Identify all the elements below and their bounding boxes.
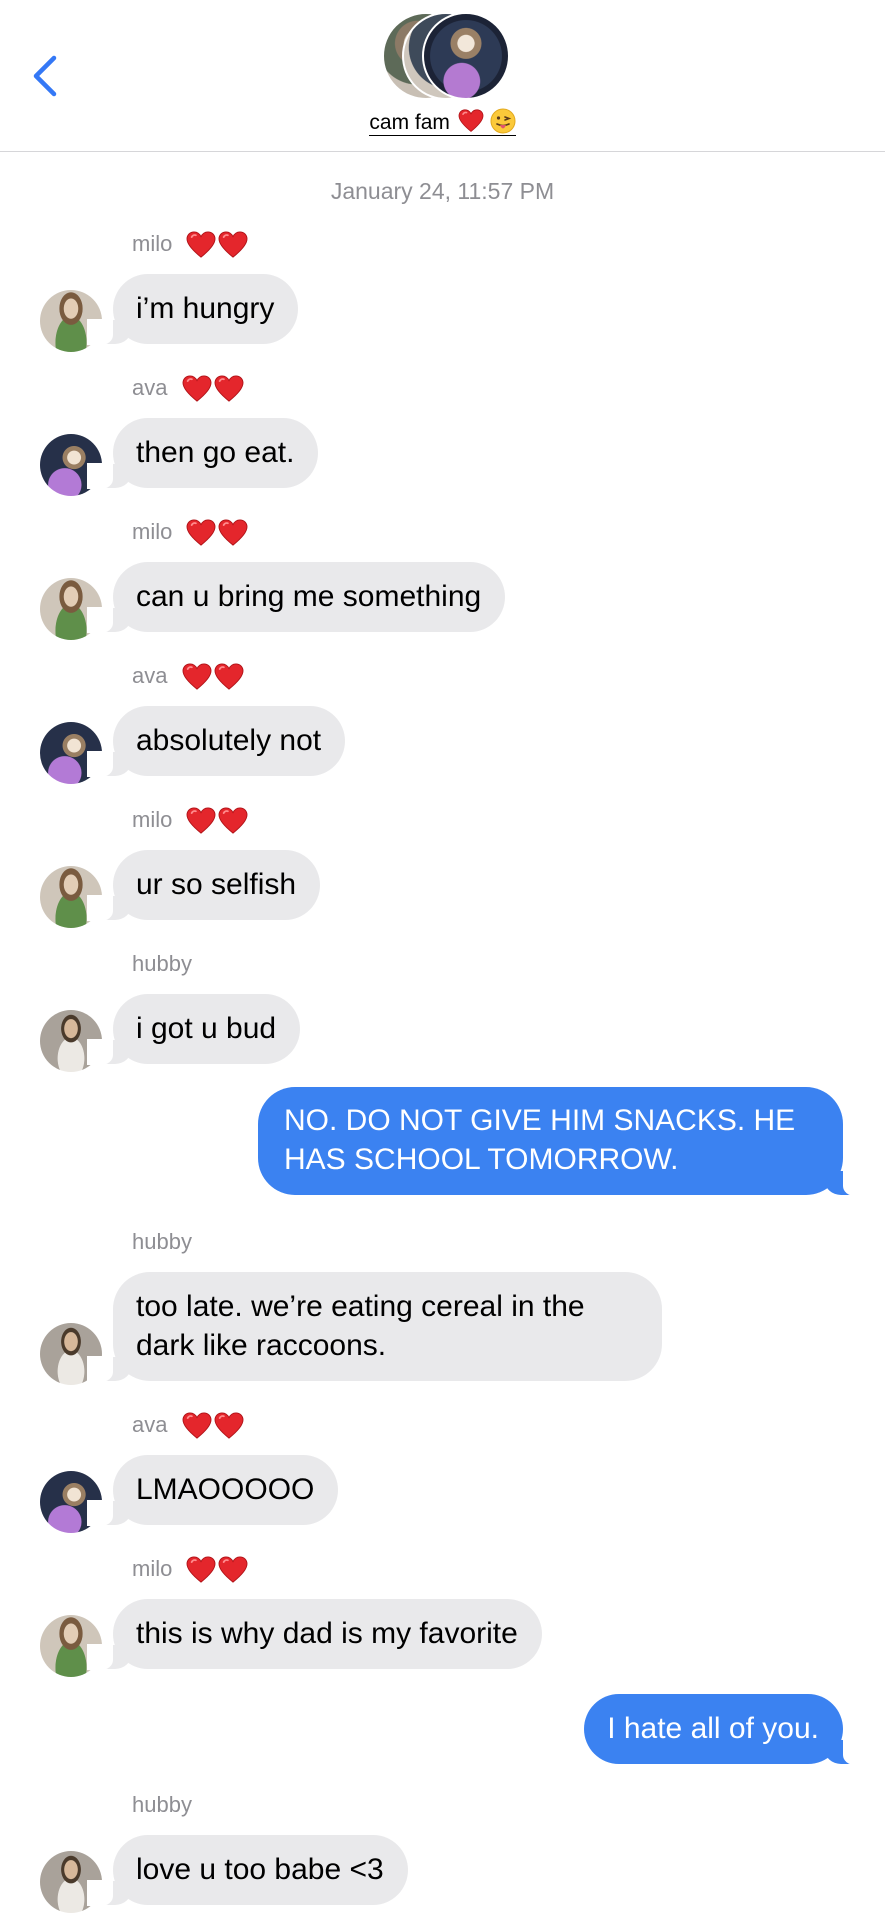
back-button[interactable] [28,50,68,102]
conversation-header: cam fam [0,0,885,152]
red-heart-emoji-icon [182,375,212,403]
incoming-message-bubble[interactable]: LMAOOOOO [86,1455,339,1526]
red-heart-emoji-icon [186,807,216,835]
outgoing-message-bubble[interactable]: NO. DO NOT GIVE HIM SNACKS. HE HAS SCHOO… [258,1087,869,1196]
sender-label: milo [132,519,173,544]
sender-hearts [186,519,248,547]
incoming-message-bubble[interactable]: ur so selfish [86,850,321,921]
incoming-message-bubble[interactable]: this is why dad is my favorite [87,1599,542,1670]
incoming-message-bubble[interactable]: can u bring me something [86,562,506,633]
sender-hearts [186,807,248,835]
red-heart-emoji-icon [214,1412,244,1440]
tongue-face-emoji-icon [490,108,516,134]
sender-name: milo [132,227,248,261]
sender-name: ava [132,371,244,405]
sender-label: milo [132,807,173,832]
group-avatar-stack[interactable] [382,12,510,100]
sender-label: milo [132,1556,173,1581]
incoming-message-bubble[interactable]: love u too babe <3 [87,1835,408,1906]
red-heart-emoji-icon [218,1556,248,1584]
sender-hearts [182,375,244,403]
sender-hearts [186,231,248,259]
red-heart-emoji-icon [218,231,248,259]
red-heart-emoji-icon [186,231,216,259]
sender-name: hubby [132,1788,192,1822]
sender-name: ava [132,659,244,693]
red-heart-emoji-icon [218,807,248,835]
sender-label: hubby [132,951,192,976]
group-name-label: cam fam [369,111,450,134]
sender-label: ava [132,663,168,688]
outgoing-message-bubble[interactable]: I hate all of you. [584,1694,869,1765]
sender-hearts [182,663,244,691]
incoming-message-bubble[interactable]: absolutely not [86,706,346,777]
incoming-message-bubble[interactable]: too late. we’re eating cereal in the dar… [87,1272,662,1382]
sender-name: milo [132,803,248,837]
sender-name: hubby [132,947,192,981]
red-heart-emoji-icon [214,663,244,691]
sender-name: hubby [132,1225,192,1259]
sender-name: ava [132,1408,244,1442]
incoming-message-bubble[interactable]: i’m hungry [86,274,299,345]
sender-name: milo [132,1552,248,1586]
incoming-message-bubble[interactable]: then go eat. [86,418,319,489]
message-timestamp: January 24, 11:57 PM [330,178,555,204]
sender-label: milo [132,231,173,256]
sender-name: milo [132,515,248,549]
sender-label: hubby [132,1229,192,1254]
incoming-message-bubble[interactable]: i got u bud [86,994,301,1065]
group-member-avatar [422,12,510,100]
chevron-left-icon [33,55,57,97]
red-heart-emoji-icon [214,375,244,403]
red-heart-emoji-icon [186,1556,216,1584]
red-heart-emoji-icon [182,1412,212,1440]
red-heart-emoji-icon [458,109,484,133]
sender-hearts [186,1556,248,1584]
red-heart-emoji-icon [186,519,216,547]
sender-label: hubby [132,1792,192,1817]
red-heart-emoji-icon [182,663,212,691]
sender-label: ava [132,1412,168,1437]
group-name-button[interactable]: cam fam [0,108,885,136]
sender-hearts [182,1412,244,1440]
sender-label: ava [132,375,168,400]
red-heart-emoji-icon [218,519,248,547]
